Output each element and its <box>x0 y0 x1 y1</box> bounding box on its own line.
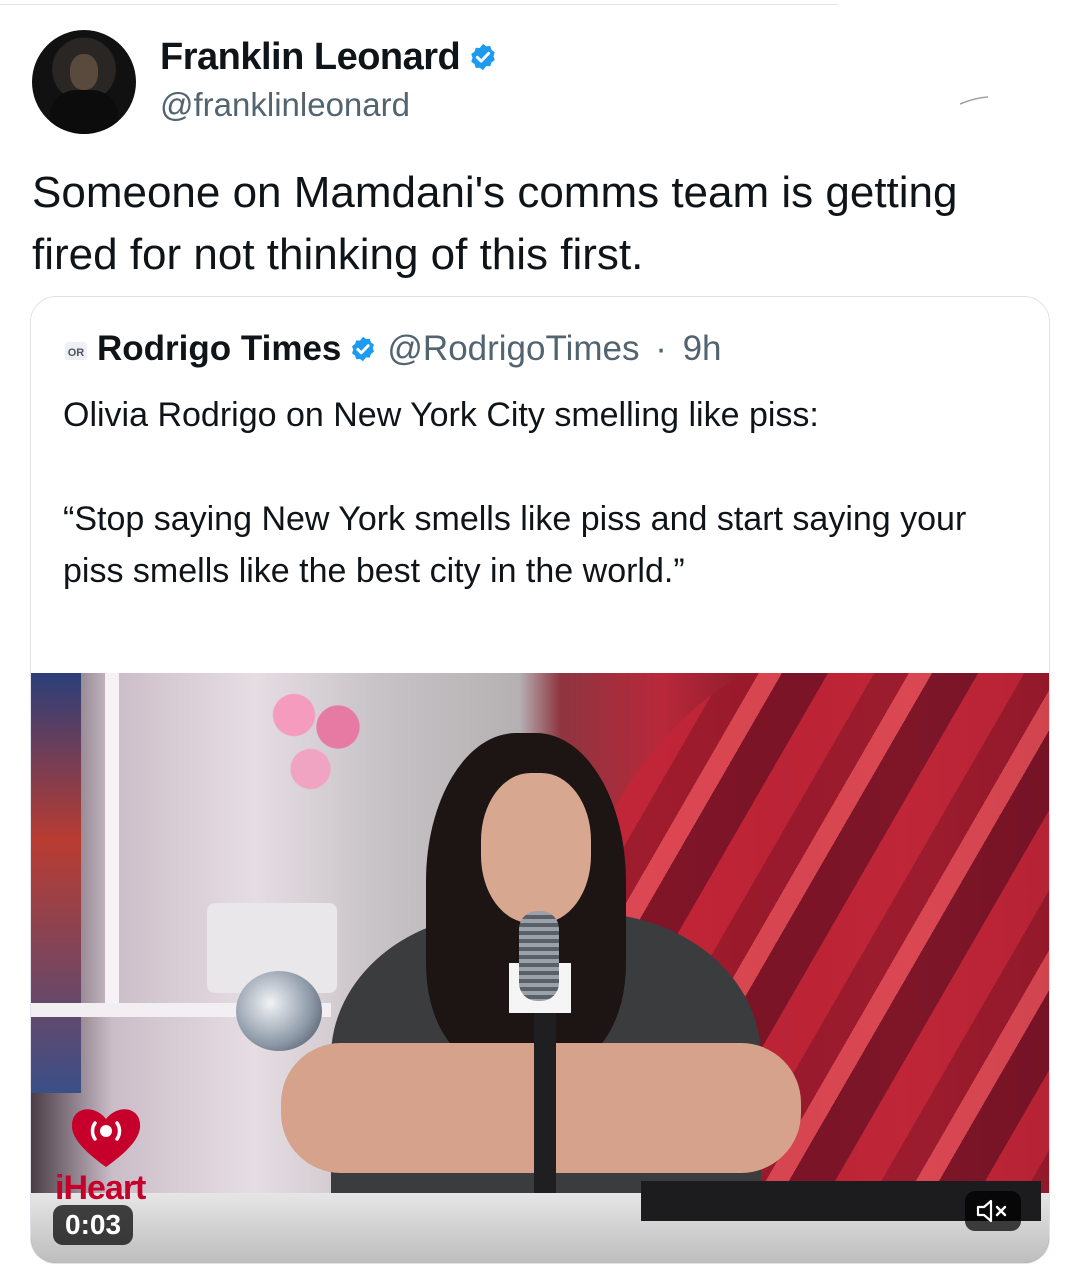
avatar-body <box>50 90 118 134</box>
speaker-muted-icon <box>976 1199 1007 1223</box>
person-face <box>481 773 591 923</box>
author-handle[interactable]: @franklinleonard <box>160 86 410 124</box>
tweet-text: Someone on Mamdani's comms team is getti… <box>32 168 958 279</box>
quoted-text-line: Olivia Rodrigo on New York City smelling… <box>63 396 819 434</box>
author-name[interactable]: Franklin Leonard <box>160 36 461 78</box>
author-avatar[interactable] <box>32 30 136 134</box>
video-player[interactable]: iHeart 0:03 <box>31 673 1049 1263</box>
disco-ball <box>236 971 322 1051</box>
verified-badge-icon <box>471 43 496 71</box>
quoted-author-name[interactable]: Rodrigo Times <box>97 329 341 368</box>
microphone <box>519 911 559 1001</box>
quoted-tweet-card[interactable]: OR Rodrigo Times @RodrigoTimes · 9h Olivi… <box>30 296 1050 1264</box>
quoted-author-handle[interactable]: @RodrigoTimes <box>387 329 639 368</box>
orchid-flowers <box>261 679 371 799</box>
mute-button[interactable] <box>965 1191 1021 1231</box>
video-timestamp: 0:03 <box>53 1205 134 1245</box>
svg-text:OR: OR <box>68 347 85 359</box>
avatar-face <box>70 54 98 90</box>
decorative-stroke <box>960 96 988 105</box>
iheart-brand-text: iHeart <box>55 1169 146 1207</box>
wall-art <box>31 673 81 1093</box>
top-divider <box>0 4 838 5</box>
quoted-text-quote: “Stop saying New York smells like piss a… <box>63 500 967 590</box>
quoted-verified-badge-icon <box>352 336 375 362</box>
iheart-logo-icon <box>71 1109 141 1167</box>
shelf-post <box>105 673 119 1013</box>
author-name-row[interactable]: Franklin Leonard <box>160 36 498 79</box>
quoted-timestamp[interactable]: 9h <box>683 329 722 368</box>
quoted-tweet-text: Olivia Rodrigo on New York City smelling… <box>63 389 1013 597</box>
quoted-tweet-header: OR Rodrigo Times @RodrigoTimes · 9h <box>65 329 722 369</box>
quoted-separator: · <box>655 329 667 368</box>
rodrigo-times-logo-icon: OR <box>65 341 87 360</box>
